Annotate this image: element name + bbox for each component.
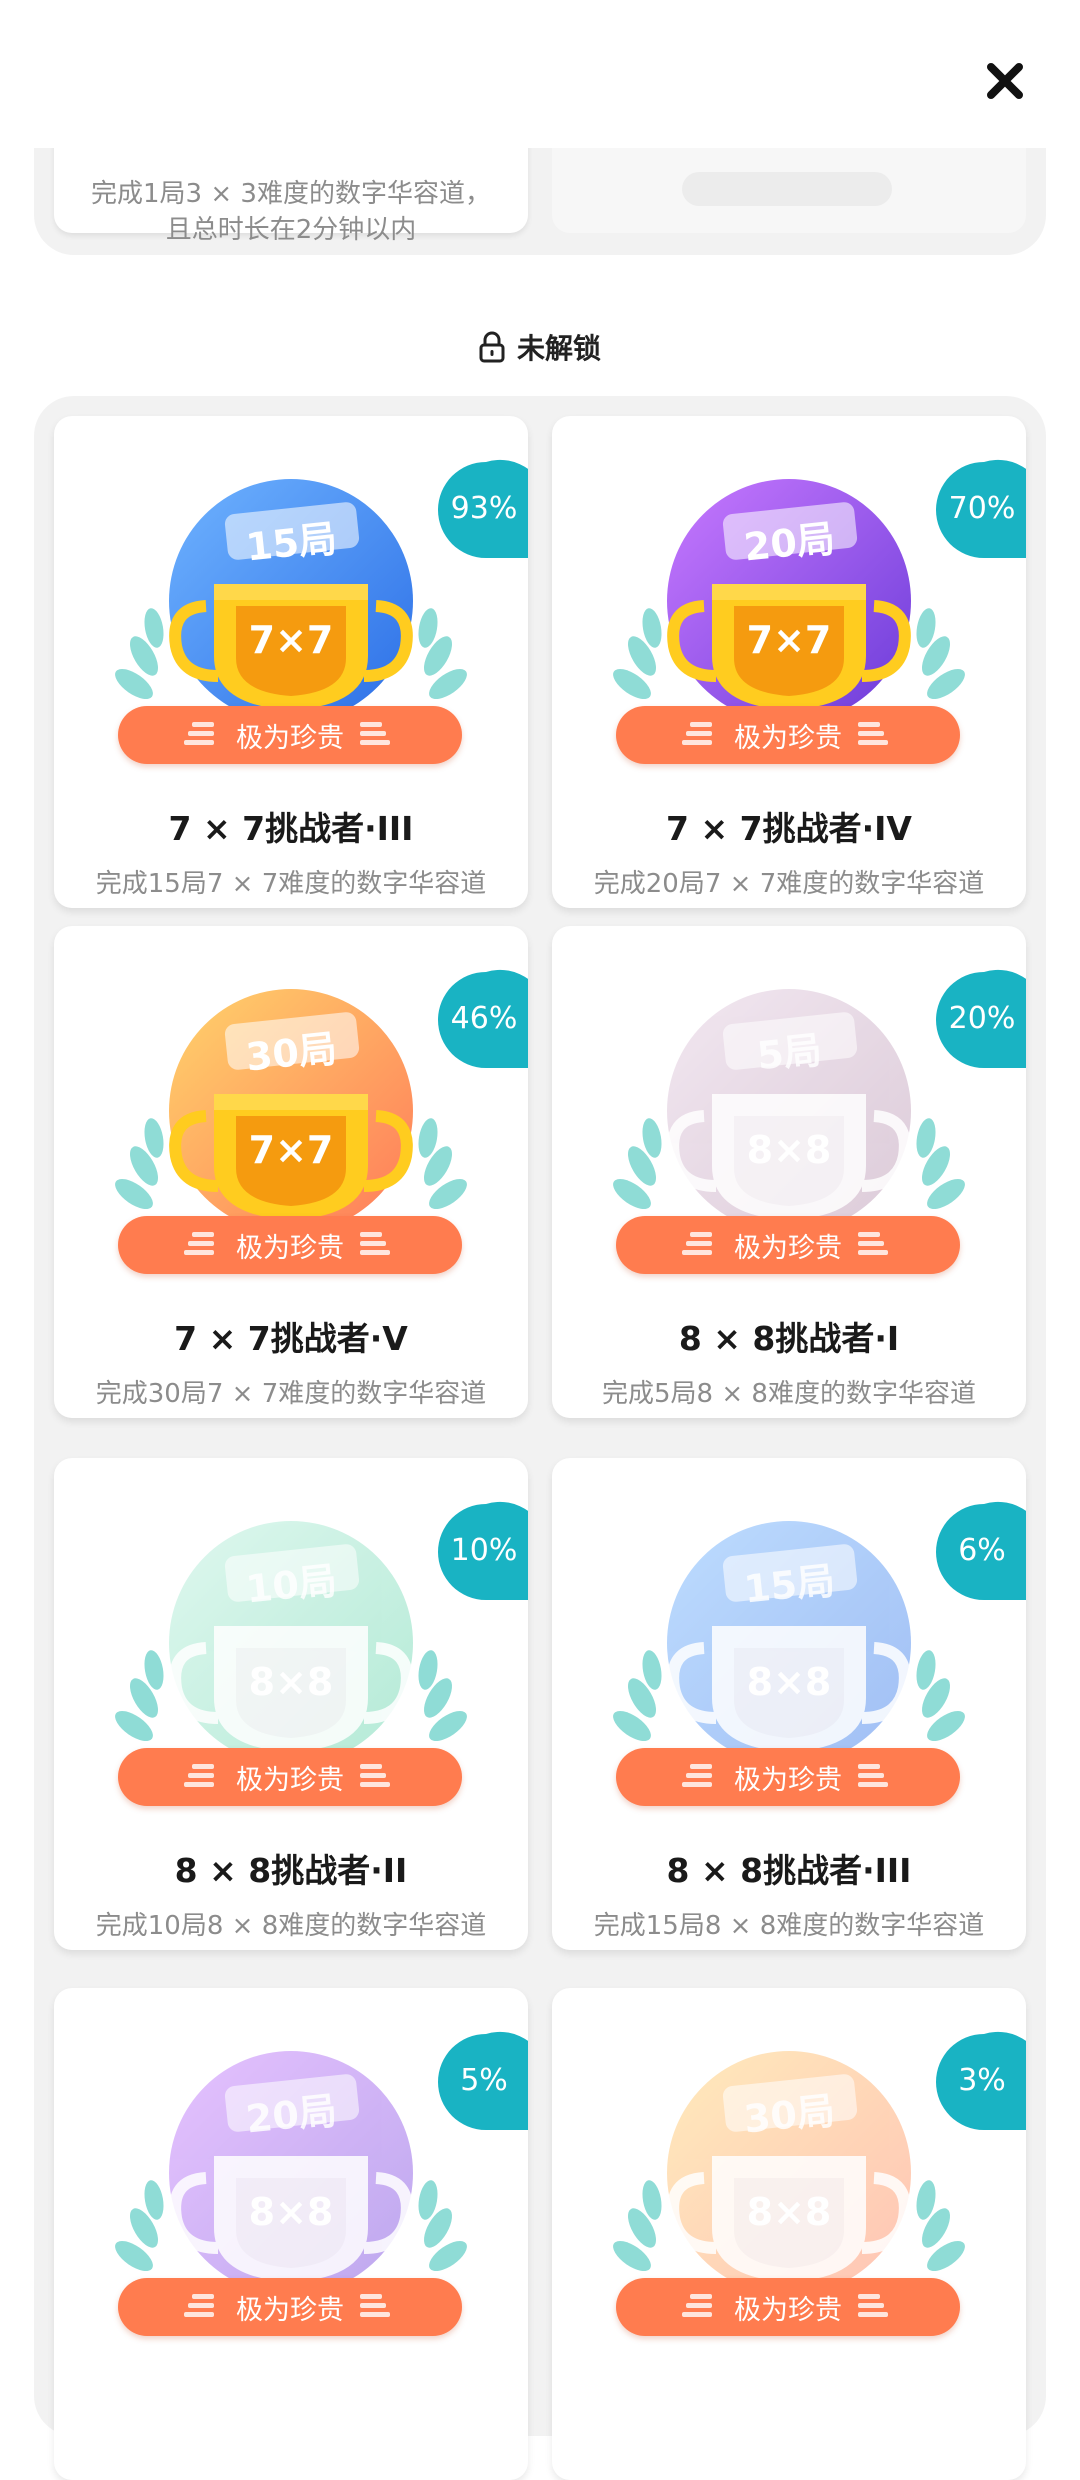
badge-card[interactable]: 10局 8×8 10% 极为珍贵 8 × 8挑战者·II 完成10局8 × 8难… [54, 1458, 528, 1950]
percent-label: 3% [958, 2062, 1006, 2098]
badge-title: 7 × 7挑战者·IV [666, 809, 912, 848]
badge-title: 7 × 7挑战者·III [168, 809, 414, 848]
loading-placeholder [682, 172, 892, 206]
rarity-pill: 极为珍贵 [118, 706, 462, 764]
badge-desc-line1: 完成1局3 × 3难度的数字华容道， [91, 179, 491, 209]
badge-card[interactable]: 15局 7×7 93% 极为珍贵 7 × 7挑战者·III 完成15局7 × 7… [54, 416, 528, 908]
badge-size-label: 7×7 [248, 1128, 334, 1172]
stack-icon [682, 1232, 712, 1255]
stack-icon [184, 722, 214, 745]
rarity-label: 极为珍贵 [734, 722, 842, 754]
rarity-label: 极为珍贵 [236, 722, 344, 754]
stack-icon [184, 1232, 214, 1255]
close-button[interactable] [970, 46, 1040, 116]
stack-icon [360, 1764, 390, 1787]
badge-title: 8 × 8挑战者·III [666, 1851, 912, 1890]
badge-title: 8 × 8挑战者·I [678, 1319, 900, 1358]
badge-title: 8 × 8挑战者·II [174, 1851, 408, 1890]
rarity-pill: 极为珍贵 [616, 1216, 960, 1274]
badge-size-label: 8×8 [746, 1660, 832, 1704]
stack-icon [184, 1764, 214, 1787]
lock-icon [479, 331, 505, 363]
top-bar [0, 0, 1080, 148]
stack-icon [360, 722, 390, 745]
badge-desc: 完成20局7 × 7难度的数字华容道 [593, 869, 985, 899]
stack-icon [360, 1232, 390, 1255]
badge-card[interactable]: 30局 8×8 3% 极为珍贵 [552, 1988, 1026, 2480]
percent-label: 20% [948, 1000, 1016, 1036]
percent-label: 10% [450, 1532, 518, 1568]
section-title: 未解锁 [516, 332, 601, 365]
rarity-pill: 极为珍贵 [616, 706, 960, 764]
badge-card[interactable]: 5局 8×8 20% 极为珍贵 8 × 8挑战者·I 完成5局8 × 8难度的数… [552, 926, 1026, 1418]
stack-icon [682, 1764, 712, 1787]
badge-size-label: 8×8 [746, 1128, 832, 1172]
stack-icon [184, 2294, 214, 2317]
rarity-label: 极为珍贵 [236, 2294, 344, 2326]
rarity-label: 极为珍贵 [734, 1232, 842, 1264]
section-header-locked: 未解锁 [0, 322, 1080, 372]
badge-size-label: 7×7 [248, 618, 334, 662]
badge-card[interactable]: 20局 8×8 5% 极为珍贵 [54, 1988, 528, 2480]
badge-size-label: 8×8 [746, 2190, 832, 2234]
rarity-label: 极为珍贵 [236, 1764, 344, 1796]
close-icon [987, 63, 1023, 99]
rarity-pill: 极为珍贵 [118, 2278, 462, 2336]
badge-card-desc: 完成1局3 × 3难度的数字华容道， 且总时长在2分钟以内 [84, 176, 498, 248]
rarity-pill: 极为珍贵 [118, 1216, 462, 1274]
badge-size-label: 7×7 [746, 618, 832, 662]
rarity-label: 极为珍贵 [734, 1764, 842, 1796]
badge-desc: 完成30局7 × 7难度的数字华容道 [95, 1379, 487, 1409]
badge-desc: 完成10局8 × 8难度的数字华容道 [95, 1911, 487, 1941]
badge-desc: 完成15局7 × 7难度的数字华容道 [95, 869, 487, 899]
badge-size-label: 8×8 [248, 2190, 334, 2234]
rarity-pill: 极为珍贵 [118, 1748, 462, 1806]
badge-card[interactable]: 30局 7×7 46% 极为珍贵 7 × 7挑战者·V 完成30局7 × 7难度… [54, 926, 528, 1418]
stack-icon [682, 722, 712, 745]
badge-card[interactable]: 15局 8×8 6% 极为珍贵 8 × 8挑战者·III 完成15局8 × 8难… [552, 1458, 1026, 1950]
badge-desc: 完成15局8 × 8难度的数字华容道 [593, 1911, 985, 1941]
badge-title: 7 × 7挑战者·V [174, 1319, 408, 1358]
stack-icon [858, 1232, 888, 1255]
stack-icon [858, 2294, 888, 2317]
badge-card[interactable]: 20局 7×7 70% 极为珍贵 7 × 7挑战者·IV 完成20局7 × 7难… [552, 416, 1026, 908]
percent-label: 5% [460, 2062, 508, 2098]
percent-label: 70% [948, 490, 1016, 526]
rarity-label: 极为珍贵 [734, 2294, 842, 2326]
badge-desc: 完成5局8 × 8难度的数字华容道 [602, 1379, 976, 1409]
stack-icon [360, 2294, 390, 2317]
percent-label: 46% [450, 1000, 518, 1036]
rarity-label: 极为珍贵 [236, 1232, 344, 1264]
stack-icon [858, 722, 888, 745]
badge-size-label: 8×8 [248, 1660, 334, 1704]
rarity-pill: 极为珍贵 [616, 2278, 960, 2336]
stack-icon [858, 1764, 888, 1787]
badge-desc-line2: 且总时长在2分钟以内 [165, 215, 417, 245]
stack-icon [682, 2294, 712, 2317]
percent-label: 93% [450, 490, 518, 526]
rarity-pill: 极为珍贵 [616, 1748, 960, 1806]
percent-label: 6% [958, 1532, 1006, 1568]
